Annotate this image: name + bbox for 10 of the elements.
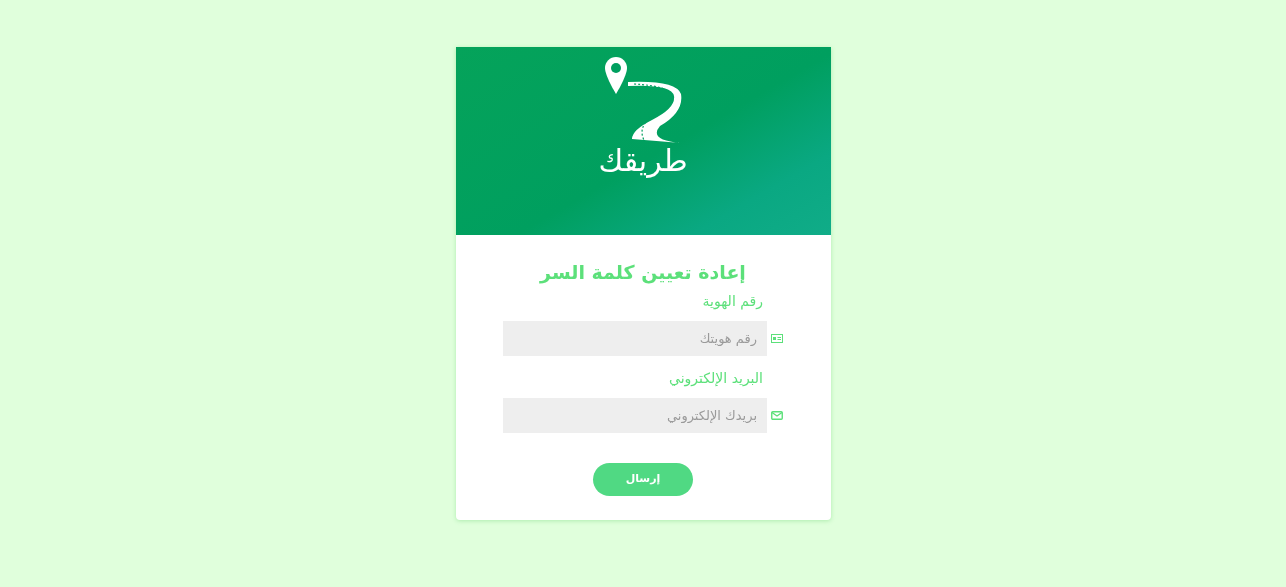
field-label: رقم الهوية bbox=[702, 291, 763, 312]
input-field[interactable]: رقم هويتك bbox=[503, 320, 767, 356]
id-card-icon bbox=[771, 333, 783, 343]
brand-name: طريقك bbox=[598, 146, 688, 176]
field-label: البريد الإلكتروني bbox=[669, 368, 763, 389]
form-title: إعادة تعيين كلمة السر bbox=[540, 261, 746, 285]
submit-button[interactable]: إرسال bbox=[593, 462, 693, 496]
road-map-pin-icon bbox=[604, 56, 682, 144]
envelope-icon bbox=[771, 410, 783, 420]
input-field[interactable]: بريدك الإلكتروني bbox=[503, 397, 767, 433]
